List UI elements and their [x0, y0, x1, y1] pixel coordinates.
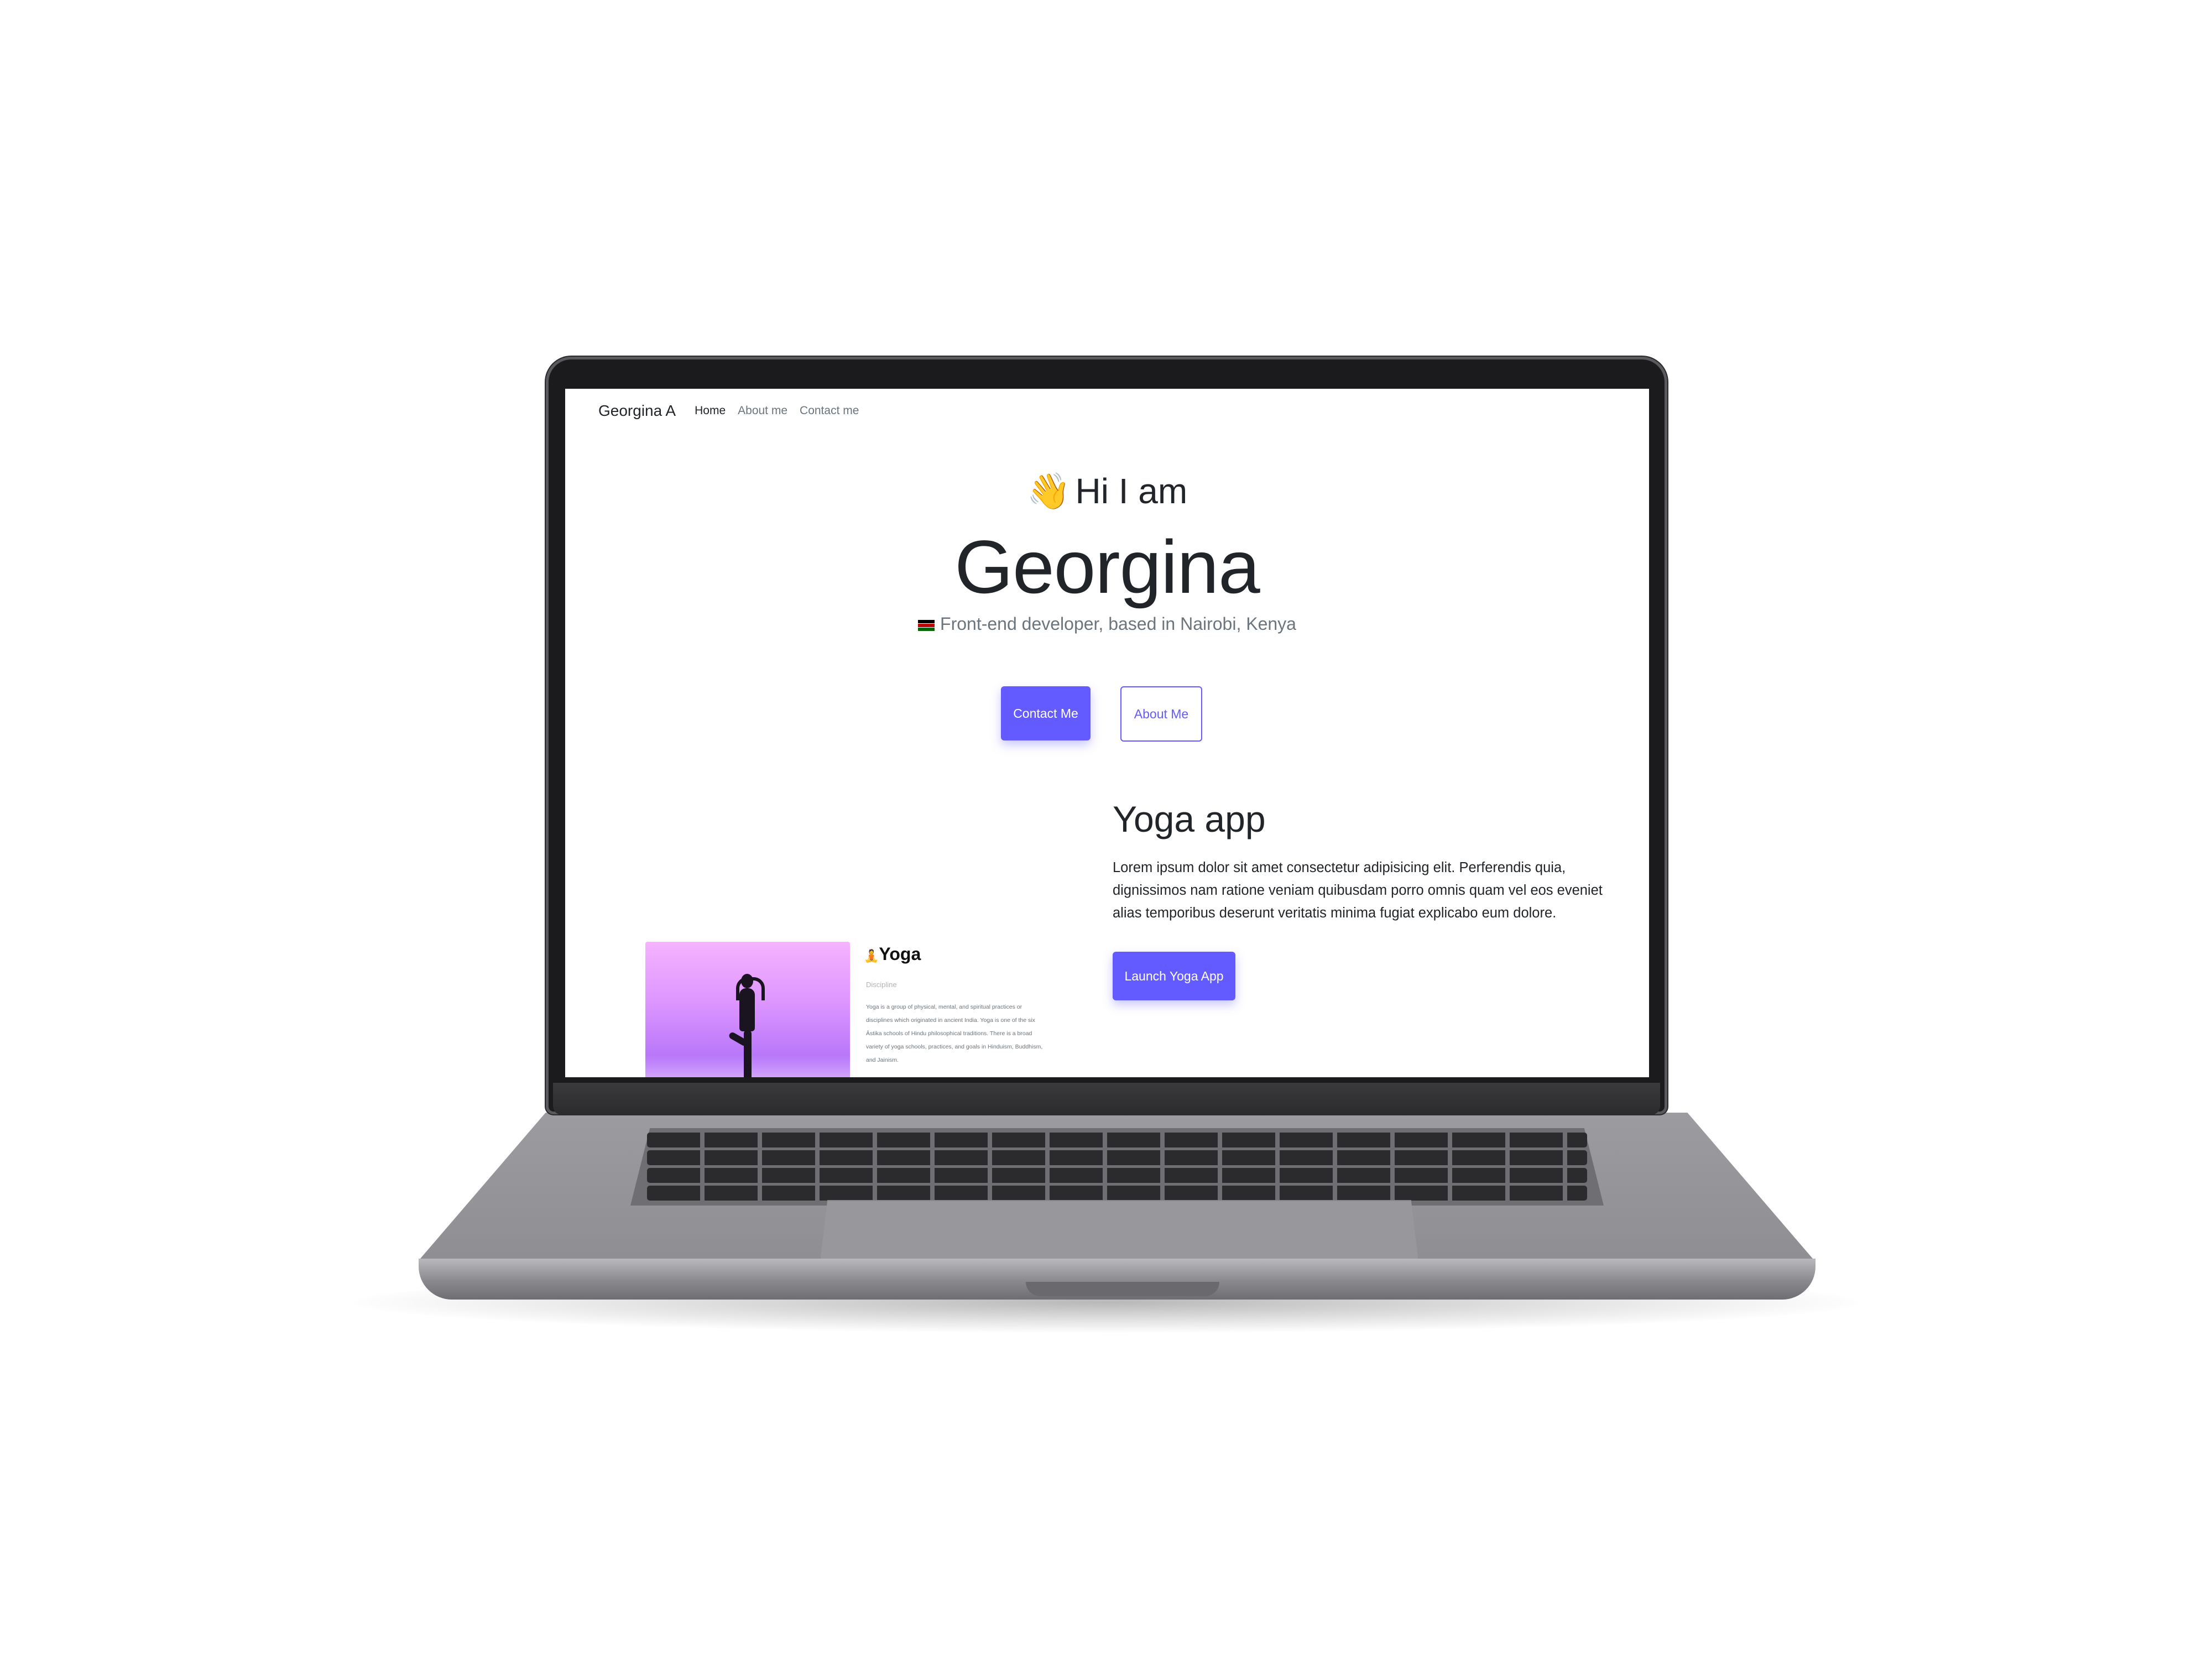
greeting-text: Hi I am [1075, 471, 1188, 511]
project-description: Lorem ipsum dolor sit amet consectetur a… [1113, 860, 1603, 921]
navbar: Georgina A Home About me Contact me [598, 400, 871, 422]
nav-link-about[interactable]: About me [738, 404, 787, 418]
laptop-screen: Georgina A Home About me Contact me 👋 Hi … [565, 389, 1649, 1077]
yoga-preview-subtitle: Discipline [866, 980, 897, 989]
yoga-figure-head [741, 974, 753, 988]
key-row [647, 1186, 1587, 1201]
hero-name: Georgina [954, 525, 1260, 609]
nav-brand[interactable]: Georgina A [598, 402, 676, 420]
hero-greeting: 👋 Hi I am [565, 471, 1649, 512]
key-row [647, 1168, 1587, 1183]
laptop-hinge [553, 1083, 1660, 1115]
about-me-button[interactable]: About Me [1120, 686, 1202, 742]
nav-link-home[interactable]: Home [695, 404, 726, 418]
hero-subtitle: Front-end developer, based in Nairobi, K… [565, 614, 1649, 634]
yoga-preview-image [645, 942, 850, 1077]
yoga-preview-text: Yoga is a group of physical, mental, and… [866, 1004, 1043, 1063]
kenya-flag-icon [918, 619, 935, 631]
waving-hand-icon: 👋 [1026, 471, 1071, 511]
launch-yoga-app-button[interactable]: Launch Yoga App [1113, 952, 1235, 1000]
key-row [647, 1150, 1587, 1165]
meditation-icon: 🧘 [864, 949, 879, 963]
nav-link-contact[interactable]: Contact me [800, 404, 859, 418]
laptop-notch [1026, 1282, 1219, 1296]
yoga-figure-leg [744, 1030, 752, 1077]
yoga-figure-body [739, 988, 755, 1031]
mockup-stage: Georgina A Home About me Contact me 👋 Hi … [0, 0, 2212, 1659]
yoga-preview-title: 🧘Yoga [864, 944, 921, 964]
preview-title-text: Yoga [879, 944, 921, 964]
key-row [647, 1133, 1587, 1147]
keyboard-keys [647, 1133, 1587, 1201]
contact-me-button[interactable]: Contact Me [1001, 686, 1091, 740]
project-title: Yoga app [1113, 799, 1266, 839]
subtitle-text: Front-end developer, based in Nairobi, K… [940, 614, 1296, 634]
